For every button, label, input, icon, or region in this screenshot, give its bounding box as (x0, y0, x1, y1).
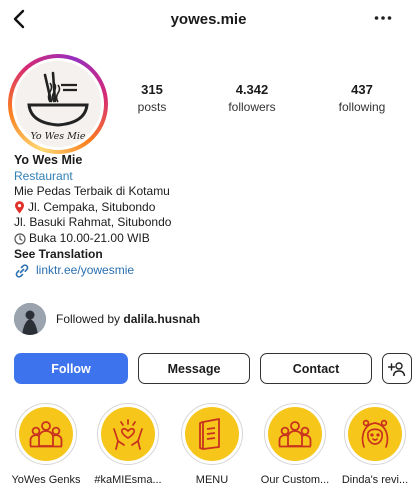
profile-bio: Yo Wes Mie Restaurant Mie Pedas Terbaik … (14, 153, 404, 279)
menu-book-icon (199, 418, 220, 450)
followers-count: 4.342 (235, 82, 269, 97)
profile-actions: Follow Message Contact (14, 353, 412, 384)
highlight-label: Dinda's revi... (341, 474, 409, 486)
profile-avatar[interactable]: Yo Wes Mie (8, 54, 108, 154)
follower-avatar (14, 303, 46, 335)
bio-website-link[interactable]: linktr.ee/yowesmie (14, 263, 404, 279)
profile-name: Yo Wes Mie (14, 153, 83, 167)
group-icon (29, 421, 63, 448)
more-dots-icon (374, 16, 392, 20)
bio-website-url: linktr.ee/yowesmie (36, 263, 135, 278)
followed-by-row[interactable]: Followed by dalila.husnah (14, 303, 200, 335)
posts-count: 315 (141, 82, 163, 97)
bio-address-2: Jl. Basuki Rahmat, Situbondo (14, 215, 172, 230)
see-translation-link[interactable]: See Translation (14, 247, 404, 263)
location-pin-icon (15, 201, 24, 214)
group-icon (278, 421, 312, 448)
profile-category[interactable]: Restaurant (14, 169, 404, 185)
bio-hours: Buka 10.00-21.00 WIB (29, 230, 150, 245)
clock-icon (14, 233, 26, 245)
profile-username: yowes.mie (170, 11, 247, 28)
bio-address-line-1: Jl. Cempaka, Situbondo (14, 200, 404, 216)
followed-by-user[interactable]: dalila.husnah (123, 312, 200, 326)
posts-label: posts (137, 100, 167, 114)
highlight-yowes-genks[interactable]: YoWes Genks (4, 403, 88, 486)
link-icon (15, 264, 29, 278)
highlight-dindas-review[interactable]: Dinda's revi... (333, 403, 417, 486)
followed-by-prefix: Followed by (56, 312, 121, 326)
stat-posts[interactable]: 315 posts (107, 82, 197, 114)
highlight-our-customer[interactable]: Our Custom... (253, 403, 337, 486)
bio-address-1: Jl. Cempaka, Situbondo (28, 199, 156, 214)
highlight-label: #kaMIEsma... (94, 474, 162, 486)
highlight-label: Our Custom... (260, 474, 330, 486)
bio-hours-line: Buka 10.00-21.00 WIB (14, 231, 404, 247)
bio-tagline: Mie Pedas Terbaik di Kotamu (14, 184, 170, 199)
stat-following[interactable]: 437 following (317, 82, 407, 114)
highlight-kamiesma[interactable]: #kaMIEsma... (86, 403, 170, 486)
suggest-people-button[interactable] (382, 353, 412, 384)
stat-followers[interactable]: 4.342 followers (207, 82, 297, 114)
highlight-label: MENU (195, 474, 229, 486)
avatar-logo-text: Yo Wes Mie (30, 131, 85, 142)
highlight-menu[interactable]: MENU (170, 403, 254, 486)
contact-button[interactable]: Contact (260, 353, 372, 384)
avatar-logo-image: Yo Wes Mie (15, 61, 101, 147)
following-label: following (338, 100, 386, 114)
top-bar: yowes.mie (0, 0, 417, 40)
followers-label: followers (228, 100, 276, 114)
more-options-button[interactable] (371, 8, 395, 28)
add-person-icon (388, 361, 406, 376)
hands-heart-icon (113, 419, 143, 450)
girl-face-icon (361, 419, 389, 448)
following-count: 437 (351, 82, 373, 97)
story-highlights: YoWes Genks #kaMIEsma... MENU Our Custom… (0, 403, 417, 489)
highlight-label: YoWes Genks (11, 474, 81, 486)
follow-button[interactable]: Follow (14, 353, 128, 384)
message-button[interactable]: Message (138, 353, 250, 384)
